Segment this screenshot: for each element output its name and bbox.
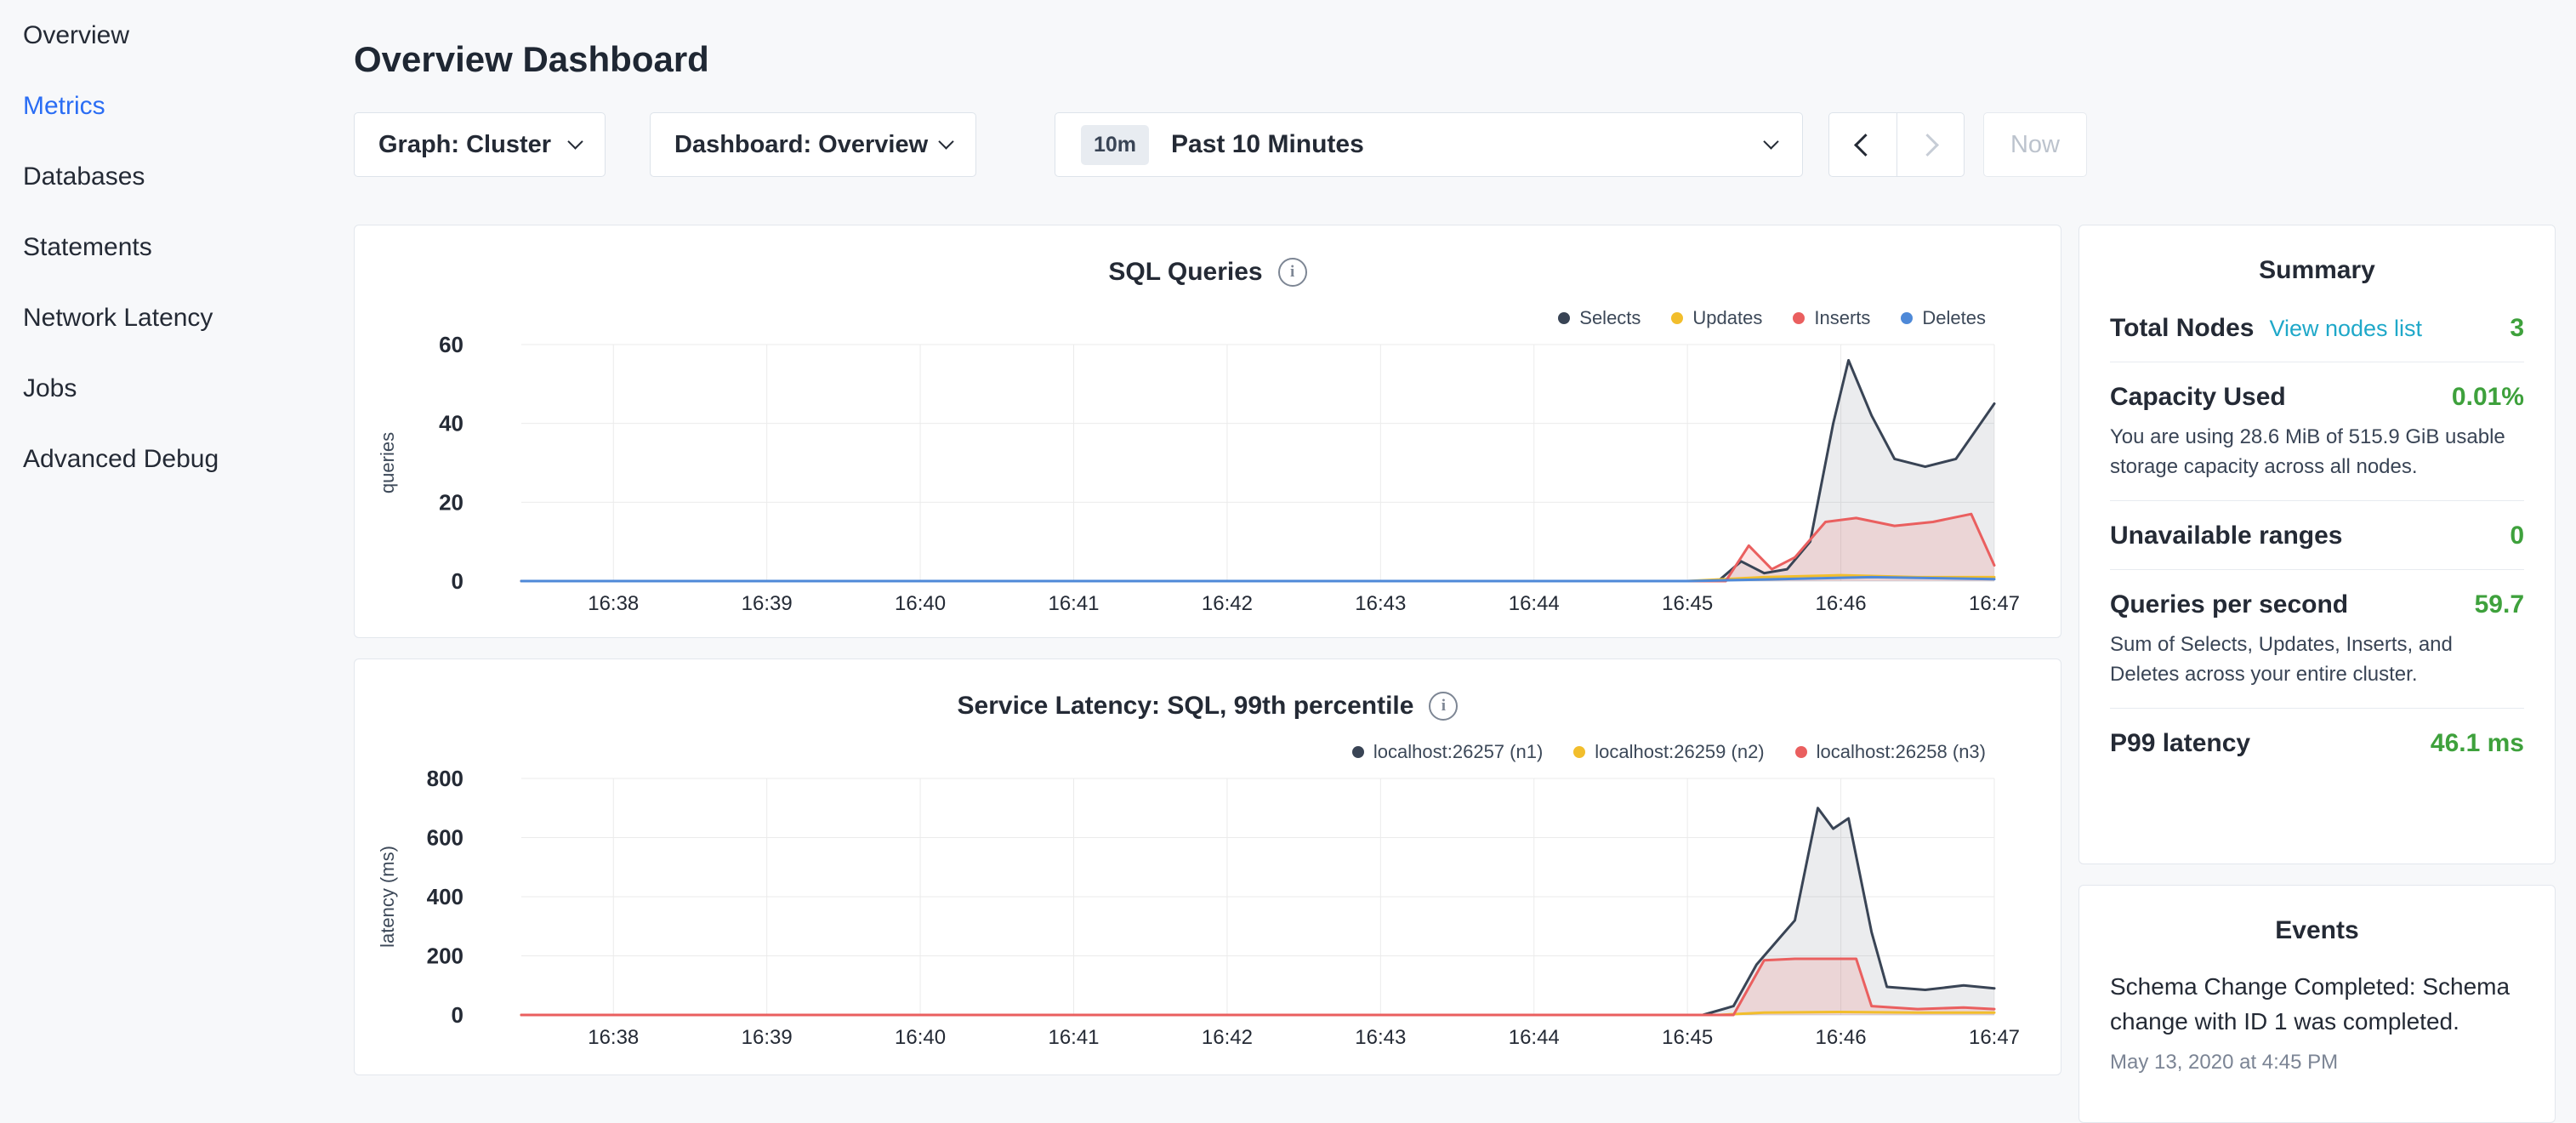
summary-row-unavailable-ranges: Unavailable ranges 0 [2110, 501, 2524, 570]
svg-text:16:38: 16:38 [588, 1026, 639, 1049]
sidebar-item-jobs[interactable]: Jobs [0, 353, 340, 424]
svg-text:60: 60 [439, 332, 463, 357]
sql-queries-chart-panel: SQL Queries i Selects Updates Inserts De… [354, 225, 2061, 638]
svg-text:queries: queries [377, 432, 398, 493]
svg-text:latency (ms): latency (ms) [377, 846, 398, 948]
svg-text:600: 600 [427, 825, 463, 851]
service-latency-chart-panel: Service Latency: SQL, 99th percentile i … [354, 658, 2061, 1075]
summary-label: Queries per second [2110, 590, 2348, 619]
svg-text:800: 800 [427, 766, 463, 791]
sidebar: Overview Metrics Databases Statements Ne… [0, 0, 340, 494]
summary-title: Summary [2110, 251, 2524, 294]
chevron-right-icon [1916, 134, 1939, 157]
chevron-down-icon [1763, 134, 1778, 149]
graph-dropdown-label: Graph: Cluster [378, 131, 551, 159]
svg-text:0: 0 [452, 568, 463, 594]
summary-value: 0.01% [2452, 383, 2524, 412]
svg-text:16:38: 16:38 [588, 592, 639, 615]
summary-row-p99-latency: P99 latency 46.1 ms [2110, 709, 2524, 777]
svg-text:200: 200 [427, 943, 463, 969]
sidebar-item-statements[interactable]: Statements [0, 212, 340, 282]
summary-label: Capacity Used [2110, 383, 2286, 412]
summary-value: 59.7 [2475, 590, 2524, 619]
svg-text:16:43: 16:43 [1355, 1026, 1406, 1049]
summary-row-queries-per-second: Queries per second 59.7 Sum of Selects, … [2110, 570, 2524, 709]
svg-text:16:39: 16:39 [742, 592, 793, 615]
svg-text:16:46: 16:46 [1816, 592, 1867, 615]
time-step-forward-button[interactable] [1896, 113, 1965, 176]
chevron-down-icon [938, 134, 953, 149]
svg-text:16:45: 16:45 [1662, 1026, 1713, 1049]
time-range-picker[interactable]: 10m Past 10 Minutes [1055, 112, 1803, 177]
summary-description: You are using 28.6 MiB of 515.9 GiB usab… [2110, 422, 2524, 482]
chevron-down-icon [567, 134, 583, 149]
service-latency-chart[interactable]: 16:38 16:39 16:40 16:41 16:42 16:43 16:44 16:45… [355, 659, 2061, 1071]
dashboard-dropdown-label: Dashboard: Overview [674, 131, 928, 159]
summary-description: Sum of Selects, Updates, Inserts, and De… [2110, 630, 2524, 689]
sidebar-item-overview[interactable]: Overview [0, 0, 340, 71]
view-nodes-list-link[interactable]: View nodes list [2269, 316, 2422, 342]
time-step-back-button[interactable] [1829, 113, 1896, 176]
summary-label: Unavailable ranges [2110, 522, 2342, 550]
graph-dropdown[interactable]: Graph: Cluster [354, 112, 606, 177]
dashboard-dropdown[interactable]: Dashboard: Overview [650, 112, 976, 177]
summary-value: 46.1 ms [2431, 729, 2524, 758]
svg-text:16:41: 16:41 [1048, 1026, 1099, 1049]
svg-text:16:43: 16:43 [1355, 592, 1406, 615]
svg-text:0: 0 [452, 1002, 463, 1028]
svg-text:20: 20 [439, 489, 463, 515]
svg-text:16:42: 16:42 [1202, 592, 1253, 615]
svg-text:40: 40 [439, 411, 463, 436]
summary-value: 0 [2510, 522, 2524, 550]
event-timestamp: May 13, 2020 at 4:45 PM [2110, 1051, 2524, 1075]
svg-text:16:39: 16:39 [742, 1026, 793, 1049]
svg-text:16:45: 16:45 [1662, 592, 1713, 615]
events-title: Events [2110, 911, 2524, 954]
svg-text:400: 400 [427, 884, 463, 909]
summary-label: Total Nodes [2110, 314, 2254, 343]
svg-text:16:41: 16:41 [1048, 592, 1099, 615]
time-step-buttons [1828, 112, 1965, 177]
chevron-left-icon [1854, 134, 1877, 157]
summary-panel: Summary Total Nodes View nodes list 3 Ca… [2078, 225, 2556, 864]
now-button[interactable]: Now [1983, 112, 2087, 177]
sidebar-item-databases[interactable]: Databases [0, 141, 340, 212]
svg-text:16:47: 16:47 [1969, 1026, 2020, 1049]
summary-value: 3 [2510, 314, 2524, 343]
event-item[interactable]: Schema Change Completed: Schema change w… [2110, 969, 2524, 1039]
svg-text:16:40: 16:40 [895, 592, 946, 615]
sidebar-item-metrics[interactable]: Metrics [0, 71, 340, 141]
svg-text:16:42: 16:42 [1202, 1026, 1253, 1049]
summary-label: P99 latency [2110, 729, 2250, 758]
summary-row-capacity-used: Capacity Used 0.01% You are using 28.6 M… [2110, 362, 2524, 501]
events-panel: Events Schema Change Completed: Schema c… [2078, 885, 2556, 1123]
summary-row-total-nodes: Total Nodes View nodes list 3 [2110, 294, 2524, 362]
svg-text:16:40: 16:40 [895, 1026, 946, 1049]
sidebar-item-network-latency[interactable]: Network Latency [0, 282, 340, 353]
time-range-label: Past 10 Minutes [1171, 130, 1364, 159]
sidebar-item-advanced-debug[interactable]: Advanced Debug [0, 424, 340, 494]
sql-queries-chart[interactable]: 16:38 16:39 16:40 16:41 16:42 16:43 16:44 16:45… [355, 225, 2061, 637]
svg-text:16:44: 16:44 [1509, 592, 1560, 615]
page-title: Overview Dashboard [354, 39, 709, 80]
svg-text:16:47: 16:47 [1969, 592, 2020, 615]
svg-text:16:44: 16:44 [1509, 1026, 1560, 1049]
svg-text:16:46: 16:46 [1816, 1026, 1867, 1049]
time-range-badge: 10m [1081, 125, 1149, 165]
